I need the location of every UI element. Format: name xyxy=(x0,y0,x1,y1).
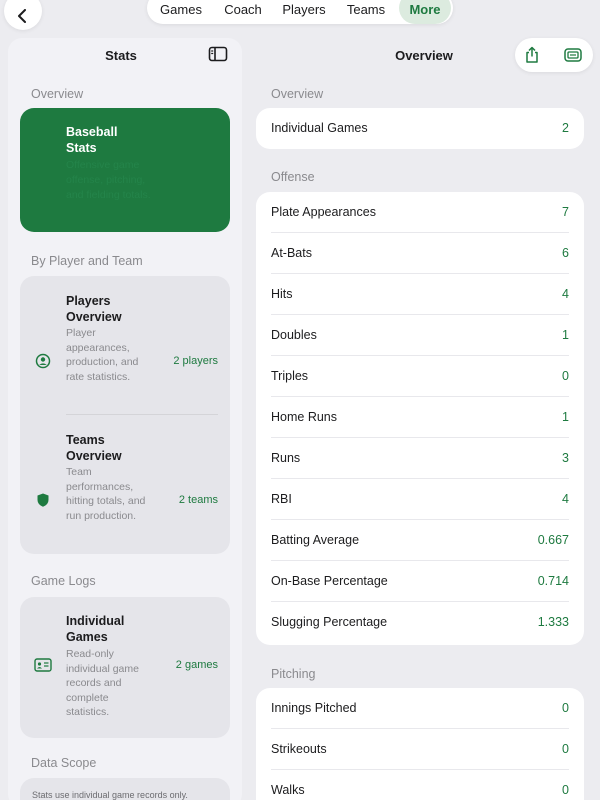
tab-teams[interactable]: Teams xyxy=(337,0,395,24)
offense-group: Plate Appearances 7 At-Bats 6 Hits 4 Dou… xyxy=(256,192,584,645)
back-button[interactable] xyxy=(4,0,42,30)
stat-row[interactable]: Batting Average 0.667 xyxy=(256,520,584,561)
stat-label: Individual Games xyxy=(271,121,368,135)
stat-value: 4 xyxy=(562,287,569,301)
stat-label: Home Runs xyxy=(271,410,337,424)
share-icon[interactable] xyxy=(523,46,541,64)
stat-value: 0 xyxy=(562,742,569,756)
pitching-group: Innings Pitched 0 Strikeouts 0 Walks 0 xyxy=(256,688,584,800)
stat-value: 0 xyxy=(562,369,569,383)
shield-icon xyxy=(37,493,49,507)
stat-label: Innings Pitched xyxy=(271,701,357,715)
teams-overview-item[interactable]: Teams Overview Team performances, hittin… xyxy=(20,432,230,552)
stat-value: 6 xyxy=(562,246,569,260)
stat-value: 1 xyxy=(562,410,569,424)
individual-games-description: Read-only individual game records and co… xyxy=(66,648,139,718)
stat-value: 3 xyxy=(562,451,569,465)
stat-row[interactable]: At-Bats 6 xyxy=(256,233,584,274)
stat-value: 7 xyxy=(562,205,569,219)
stat-label: At-Bats xyxy=(271,246,312,260)
stat-row[interactable]: Home Runs 1 xyxy=(256,397,584,438)
stat-row[interactable]: Hits 4 xyxy=(256,274,584,315)
section-label-by-player-team: By Player and Team xyxy=(31,254,143,268)
tab-more[interactable]: More xyxy=(399,0,451,24)
section-label-pitching: Pitching xyxy=(271,667,316,681)
stat-row[interactable]: Innings Pitched 0 xyxy=(256,688,584,729)
tab-games[interactable]: Games xyxy=(153,0,209,24)
tab-players[interactable]: Players xyxy=(275,0,333,24)
individual-games-title: Individual Games xyxy=(66,614,125,644)
action-buttons xyxy=(515,38,593,72)
section-label-main-overview: Overview xyxy=(271,87,324,101)
data-scope-card: Stats use individual game records only. xyxy=(20,778,230,800)
section-label-game-logs: Game Logs xyxy=(31,574,96,588)
stat-label: Batting Average xyxy=(271,533,360,547)
sidebar-toggle-button[interactable] xyxy=(208,46,228,62)
stat-label: Walks xyxy=(271,783,305,797)
stat-row[interactable]: Individual Games 2 xyxy=(256,108,584,149)
section-label-overview: Overview xyxy=(31,87,84,101)
stat-label: Plate Appearances xyxy=(271,205,376,219)
stat-label: Runs xyxy=(271,451,301,465)
section-label-offense: Offense xyxy=(271,170,315,184)
stat-row[interactable]: Plate Appearances 7 xyxy=(256,192,584,233)
person-circle-icon xyxy=(35,353,51,369)
players-count: 2 players xyxy=(173,355,218,367)
top-bar: Games Coach Players Teams More xyxy=(0,0,600,34)
individual-games-item[interactable]: Individual Games Read-only individual ga… xyxy=(20,613,230,728)
divider xyxy=(66,414,218,415)
stat-label: Slugging Percentage xyxy=(271,615,388,629)
stat-value: 0.714 xyxy=(537,574,569,588)
games-count: 2 games xyxy=(175,659,218,671)
data-scope-text: Stats use individual game records only. xyxy=(32,790,188,800)
stat-row[interactable]: RBI 4 xyxy=(256,479,584,520)
players-overview-item[interactable]: Players Overview Player appearances, pro… xyxy=(20,293,230,413)
stat-label: RBI xyxy=(271,492,292,506)
sidebar-toggle-icon xyxy=(208,46,228,62)
game-logs-card: Individual Games Read-only individual ga… xyxy=(20,597,230,738)
stat-row[interactable]: Walks 0 xyxy=(256,770,584,800)
players-overview-description: Player appearances, production, and rate… xyxy=(66,327,139,383)
chevron-left-icon xyxy=(18,9,26,23)
id-card-icon xyxy=(34,658,52,672)
stat-label: Triples xyxy=(271,369,309,383)
stat-label: Hits xyxy=(271,287,293,301)
tab-coach[interactable]: Coach xyxy=(215,0,271,24)
stat-value: 0 xyxy=(562,783,569,797)
stat-value: 0 xyxy=(562,701,569,715)
teams-count: 2 teams xyxy=(178,494,218,506)
players-overview-title: Players Overview xyxy=(66,294,122,324)
stat-row[interactable]: Doubles 1 xyxy=(256,315,584,356)
baseball-stats-description: Offensive game offense, pitching, and fi… xyxy=(66,159,151,201)
tab-bar: Games Coach Players Teams More xyxy=(147,0,453,24)
stat-row[interactable]: On-Base Percentage 0.714 xyxy=(256,561,584,602)
stat-value: 0.667 xyxy=(537,533,569,547)
teams-overview-description: Team performances, hitting totals, and r… xyxy=(66,466,146,522)
sidebar-title: Stats xyxy=(105,48,137,63)
stat-row[interactable]: Slugging Percentage 1.333 xyxy=(256,602,584,643)
baseball-stats-card[interactable]: Baseball Stats Offensive game offense, p… xyxy=(20,108,230,232)
section-label-data-scope: Data Scope xyxy=(31,756,97,770)
player-team-card: Players Overview Player appearances, pro… xyxy=(20,276,230,554)
stat-row[interactable]: Strikeouts 0 xyxy=(256,729,584,770)
teams-overview-title: Teams Overview xyxy=(66,433,122,463)
archive-icon[interactable] xyxy=(563,46,583,64)
stat-row[interactable]: Runs 3 xyxy=(256,438,584,479)
stat-row[interactable]: Triples 0 xyxy=(256,356,584,397)
baseball-stats-title: Baseball Stats xyxy=(66,125,118,155)
stat-value: 4 xyxy=(562,492,569,506)
stat-value: 1.333 xyxy=(537,615,569,629)
stat-value: 1 xyxy=(562,328,569,342)
stat-label: Doubles xyxy=(271,328,317,342)
stat-value: 2 xyxy=(562,121,569,135)
overview-group: Individual Games 2 xyxy=(256,108,584,149)
stat-label: Strikeouts xyxy=(271,742,327,756)
stat-label: On-Base Percentage xyxy=(271,574,388,588)
